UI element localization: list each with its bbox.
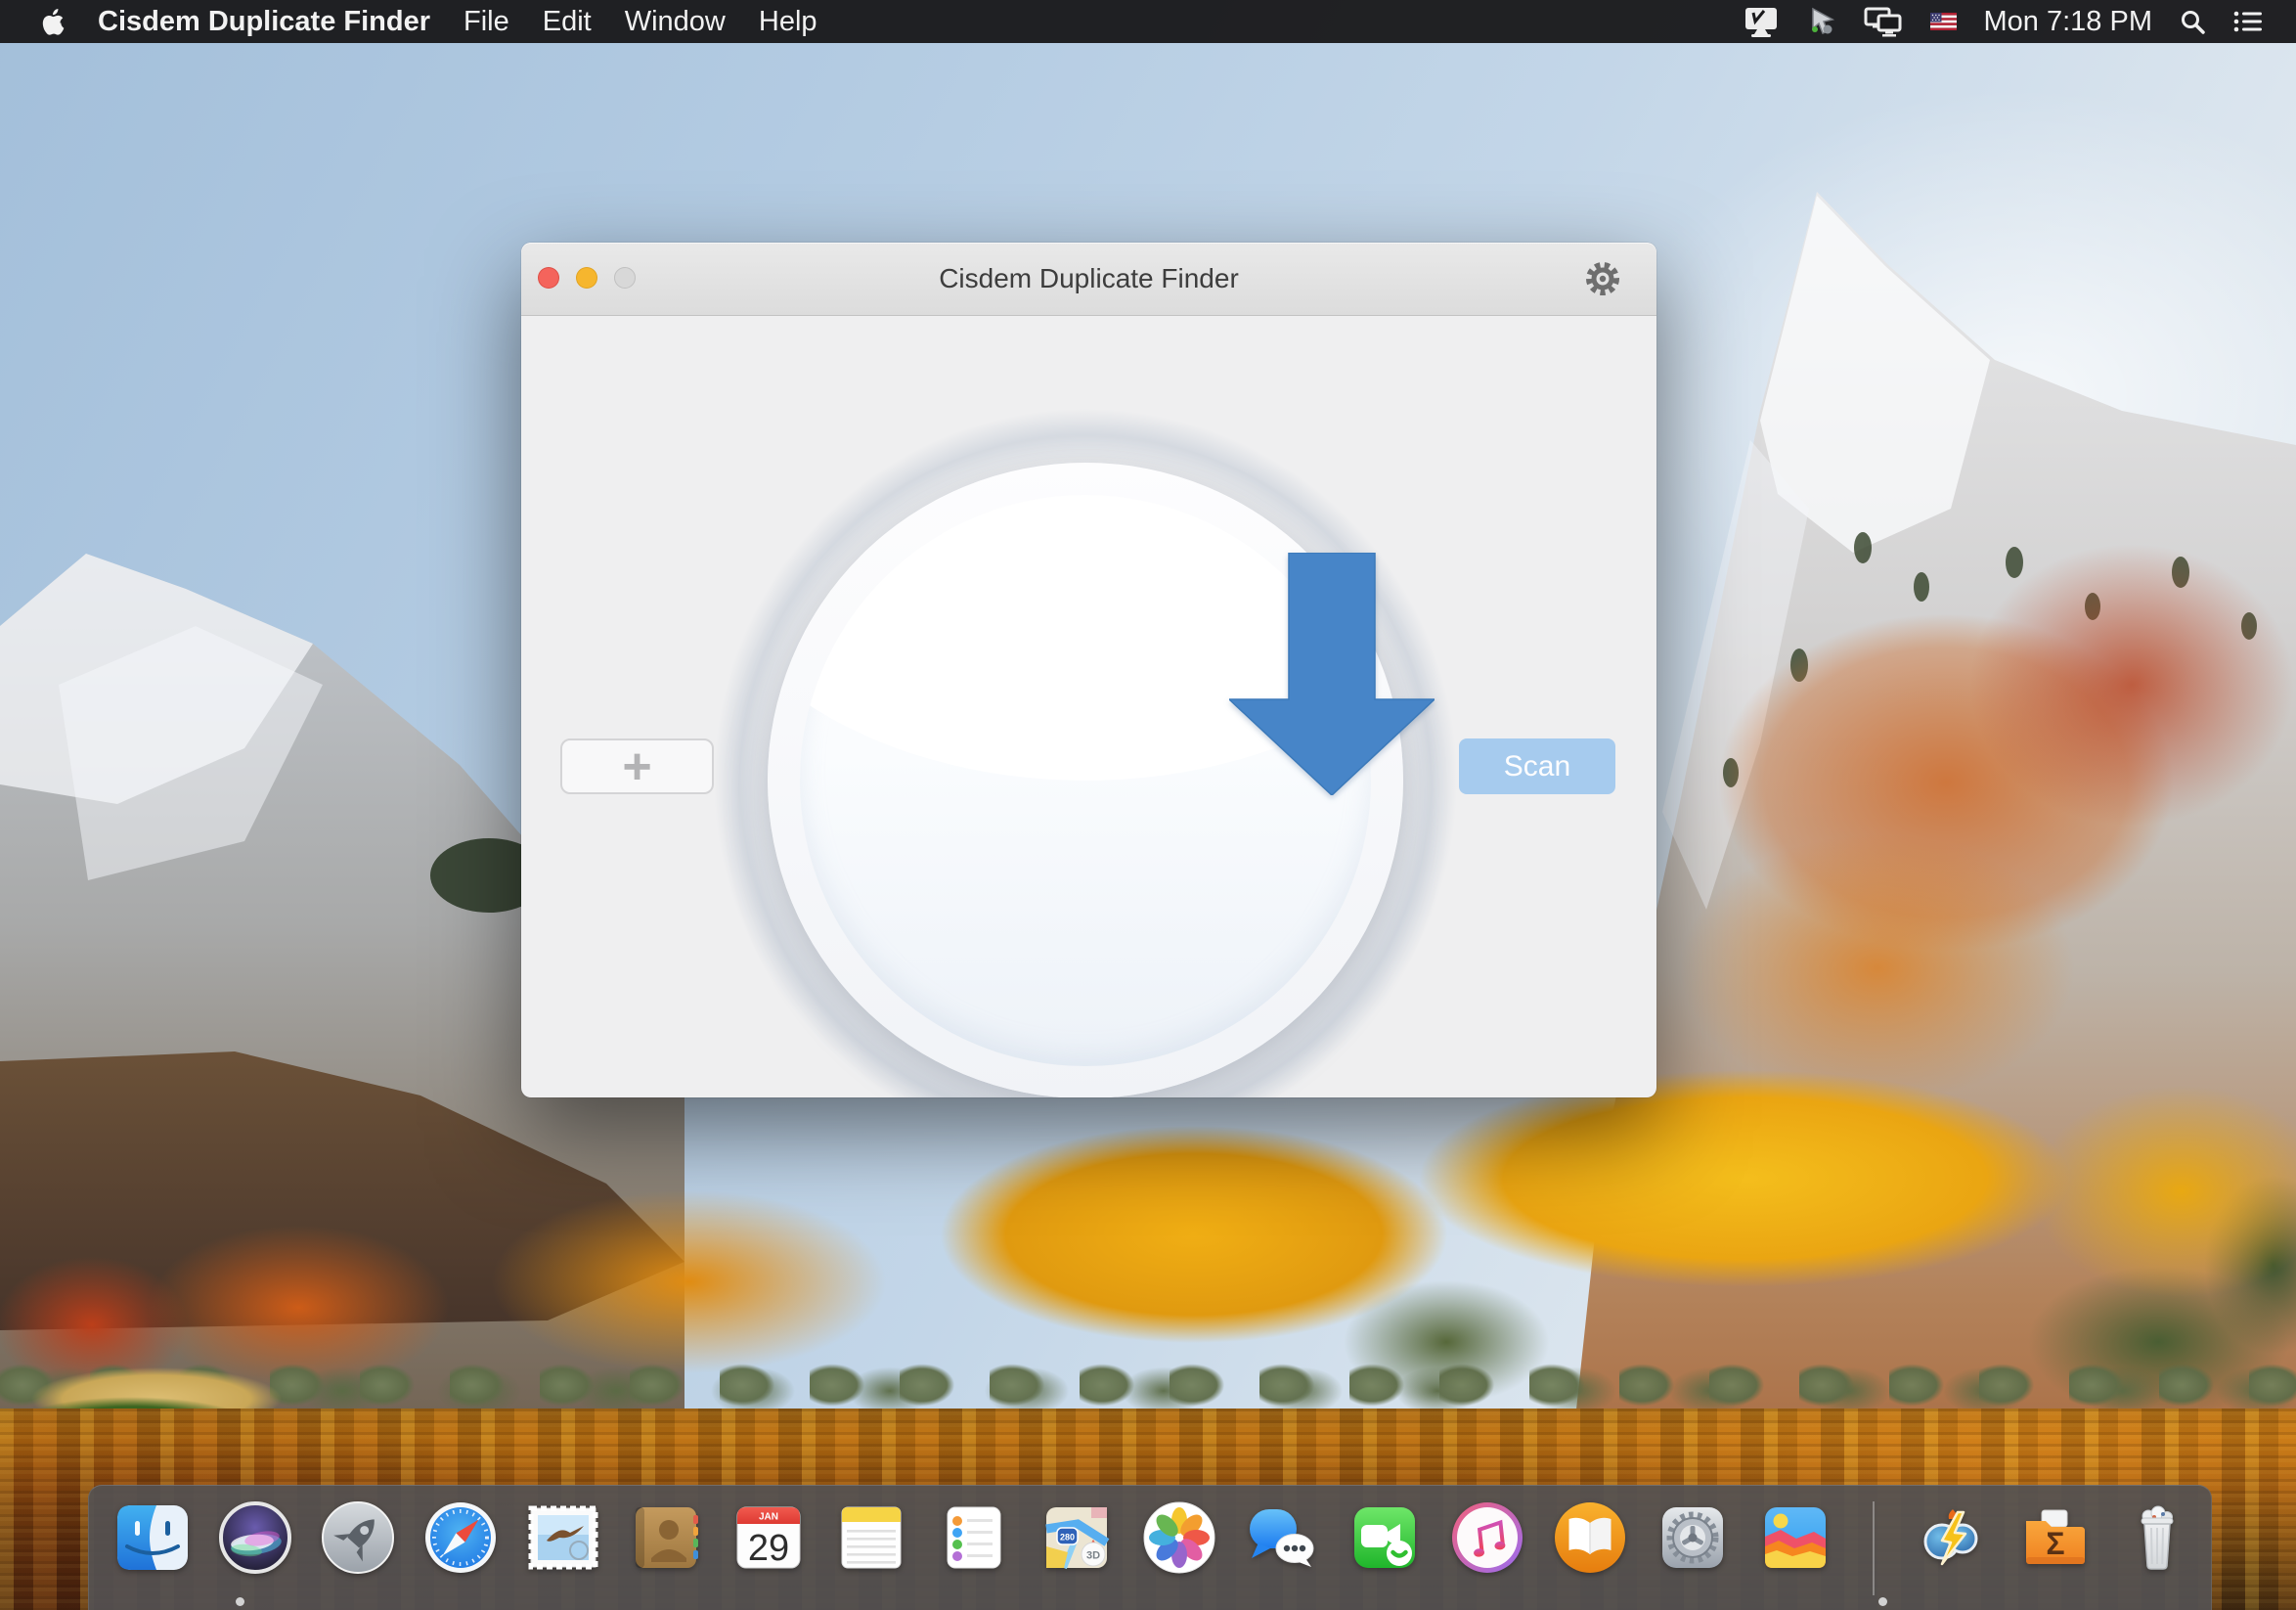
menu-clock[interactable]: Mon 7:18 PM — [1984, 6, 2152, 38]
dock-messages-icon[interactable] — [1244, 1499, 1320, 1576]
menu-window[interactable]: Window — [625, 6, 726, 38]
dock-sigma-folder-app-icon[interactable]: Σ — [2016, 1499, 2093, 1576]
dock-books-icon[interactable] — [1552, 1499, 1628, 1576]
dock-calendar-icon[interactable]: JAN 29 — [730, 1499, 807, 1576]
screen-cursor-icon[interactable] — [1807, 7, 1836, 36]
add-folder-button[interactable]: + — [560, 738, 714, 794]
scan-button[interactable]: Scan — [1459, 738, 1615, 794]
dock-maps-icon[interactable]: 280 3D — [1038, 1499, 1115, 1576]
dock-siri-icon[interactable] — [217, 1499, 293, 1576]
dock: JAN 29 — [88, 1485, 2212, 1610]
us-flag-input-icon[interactable] — [1930, 13, 1957, 30]
display-mirroring-icon[interactable] — [1864, 6, 1903, 38]
menu-app-name[interactable]: Cisdem Duplicate Finder — [98, 6, 430, 38]
dock-reminders-icon[interactable] — [936, 1499, 1012, 1576]
calendar-day: 29 — [748, 1528, 789, 1569]
dock-photos-icon[interactable] — [1141, 1499, 1217, 1576]
dock-cisdem-duplicate-finder-icon[interactable] — [1757, 1499, 1833, 1576]
menu-file[interactable]: File — [464, 6, 509, 38]
dock-contacts-icon[interactable] — [628, 1499, 704, 1576]
dock-lightning-cloud-app-icon[interactable] — [1914, 1499, 1990, 1576]
apple-menu[interactable] — [39, 7, 65, 37]
calendar-month: JAN — [759, 1512, 778, 1523]
window-content: + Scan — [521, 316, 1656, 1097]
settings-gear-icon[interactable] — [1581, 257, 1624, 300]
dock-facetime-icon[interactable] — [1347, 1499, 1423, 1576]
notification-list-icon[interactable] — [2233, 10, 2263, 33]
dock-launchpad-icon[interactable] — [320, 1499, 396, 1576]
cisdem-duplicate-finder-window: Cisdem Duplicate Finder — [521, 243, 1656, 1097]
dock-separator — [1873, 1501, 1875, 1595]
cisdem-running-indicator — [1878, 1597, 1887, 1606]
display-icon[interactable] — [1743, 5, 1780, 38]
apple-icon — [39, 7, 65, 37]
dock-notes-icon[interactable] — [833, 1499, 909, 1576]
window-title: Cisdem Duplicate Finder — [521, 243, 1656, 315]
desktop: Cisdem Duplicate Finder — [0, 0, 2296, 1610]
maps-route-shield: 280 — [1060, 1533, 1075, 1543]
finder-running-indicator — [236, 1597, 244, 1606]
menu-edit[interactable]: Edit — [543, 6, 592, 38]
search-icon[interactable] — [2180, 9, 2206, 35]
dock-finder-icon[interactable] — [114, 1499, 191, 1576]
dock-safari-icon[interactable] — [422, 1499, 499, 1576]
window-titlebar[interactable]: Cisdem Duplicate Finder — [521, 243, 1656, 316]
maps-3d-label: 3D — [1086, 1550, 1100, 1562]
dock-mail-icon[interactable] — [525, 1499, 601, 1576]
down-arrow-icon — [1229, 553, 1435, 795]
dock-itunes-icon[interactable] — [1449, 1499, 1525, 1576]
dock-trash-icon[interactable] — [2119, 1499, 2195, 1576]
menu-help[interactable]: Help — [759, 6, 817, 38]
dock-system-preferences-icon[interactable] — [1655, 1499, 1731, 1576]
drop-zone-circle[interactable] — [768, 463, 1403, 1097]
sigma-glyph: Σ — [2046, 1526, 2064, 1561]
menu-bar: Cisdem Duplicate Finder File Edit Window… — [0, 0, 2296, 43]
